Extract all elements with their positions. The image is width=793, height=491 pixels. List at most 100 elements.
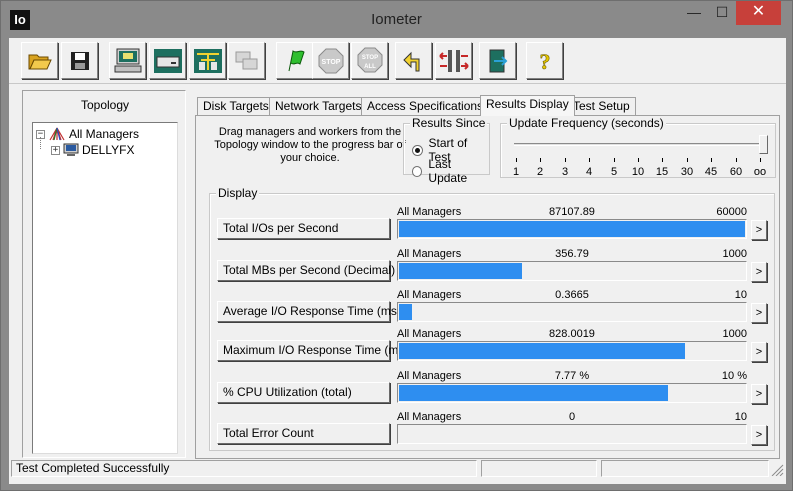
metric-select-button[interactable]: Average I/O Response Time (ms) [217,301,401,322]
disconnect-managers-button[interactable] [435,42,472,79]
metric-header: All Managers 0 10 [397,411,747,423]
metric-detail-button[interactable]: > [751,425,767,445]
expand-toggle[interactable]: + [51,145,60,155]
reset-arrow-icon [402,51,419,71]
exit-button[interactable] [479,42,516,79]
slider-tick-label: oo [753,166,767,178]
metric-value: 356.79 [555,248,589,260]
save-config-button[interactable] [61,42,98,79]
metric-header: All Managers 0.3665 10 [397,289,747,301]
computer-icon [63,143,79,156]
slider-tick-label: 1 [512,166,520,178]
maximize-button[interactable]: ☐ [709,1,735,25]
slider-tick-label: 3 [561,166,569,178]
slider-tick-label: 4 [585,166,593,178]
metric-detail-button[interactable]: > [751,262,767,282]
metric-select-button[interactable]: Total Error Count [217,423,390,444]
metric-value: 0.3665 [555,289,589,301]
title-bar[interactable]: Io Iometer — ☐ ✕ [1,1,792,37]
stop-sign-icon: STOP [318,48,343,73]
slider-tick [711,158,712,162]
tree-connector [40,137,41,149]
tab-area: Disk Targets Network Targets Access Spec… [195,95,780,460]
tree-item-manager[interactable]: + DELLYFX [51,142,134,158]
stop-all-icon: STOP ALL [357,47,382,72]
metric-progress-fill [399,304,412,320]
tab-disk-targets[interactable]: Disk Targets [197,97,275,115]
tab-test-setup[interactable]: Test Setup [567,97,636,115]
metric-select-button[interactable]: Total MBs per Second (Decimal) [217,260,395,281]
metric-select-button[interactable]: Maximum I/O Response Time (ms) [217,340,408,361]
computer-manager-icon [114,48,141,72]
metric-select-button[interactable]: % CPU Utilization (total) [217,382,390,403]
metric-progress-bar[interactable] [397,383,747,403]
duplicate-worker-button[interactable] [228,42,265,79]
network-worker-icon [193,48,222,73]
duplicate-icon [235,51,257,69]
metric-value: 828.0019 [549,328,595,340]
metric-progress-fill [399,385,668,401]
reset-workers-button[interactable] [395,42,432,79]
metric-detail-button[interactable]: > [751,384,767,404]
metric-max: 10 [734,289,747,301]
open-config-button[interactable] [21,42,58,79]
minimize-button[interactable]: — [681,1,707,25]
slider-tick [540,158,541,162]
topology-title: Topology [80,98,130,112]
topology-panel: Topology − All Managers + DELLYFX [22,90,186,458]
metric-progress-bar[interactable] [397,261,747,281]
slider-tick-label: 10 [631,166,645,178]
metric-max: 1000 [722,328,747,340]
metric-detail-button[interactable]: > [751,342,767,362]
status-pane-2 [481,460,597,477]
metric-header: All Managers 7.77 % 10 % [397,370,747,382]
tab-access-specifications[interactable]: Access Specifications [361,97,490,115]
topology-tree[interactable]: − All Managers + DELLYFX [32,122,178,454]
results-since-group: Results Since Start of Test Last Update [403,116,490,185]
metric-max: 60000 [716,206,747,218]
metric-detail-button[interactable]: > [751,303,767,323]
start-tests-button[interactable] [276,42,313,79]
start-new-manager-button[interactable] [109,42,146,79]
tree-item-all-managers[interactable]: − All Managers [36,126,139,142]
metric-detail-button[interactable]: > [751,220,767,240]
slider-tick-label: 60 [729,166,743,178]
update-frequency-slider-thumb[interactable] [759,135,768,154]
close-button[interactable]: ✕ [736,1,781,25]
stop-test-button[interactable]: STOP [312,42,349,79]
radio-button[interactable] [412,144,423,156]
about-button[interactable]: ? [526,42,563,79]
managers-icon [49,127,65,141]
slider-tick-label: 5 [610,166,618,178]
update-frequency-slider-track[interactable] [514,143,766,146]
metric-progress-bar[interactable] [397,302,747,322]
metric-progress-bar[interactable] [397,341,747,361]
radio-last-update[interactable]: Last Update [412,157,489,185]
iometer-window: Io Iometer — ☐ ✕ STOP STOP ALL ? Topolog… [0,0,793,491]
metric-max: 10 % [721,370,747,382]
slider-tick [614,158,615,162]
slider-tick [638,158,639,162]
resize-grip-icon[interactable] [770,464,784,476]
metric-progress-bar[interactable] [397,424,747,444]
exit-door-icon [489,49,507,72]
stop-all-button[interactable]: STOP ALL [351,42,388,79]
slider-tick [662,158,663,162]
tab-network-targets[interactable]: Network Targets [269,97,368,115]
start-disk-worker-button[interactable] [149,42,186,79]
slider-tick [760,158,761,162]
metric-progress-bar[interactable] [397,219,747,239]
svg-text:STOP: STOP [321,59,340,66]
start-network-worker-button[interactable] [189,42,226,79]
green-flag-icon [288,49,305,71]
metric-value: 7.77 % [554,370,590,382]
status-message: Test Completed Successfully [11,460,477,477]
tab-results-display[interactable]: Results Display [480,95,575,116]
radio-button[interactable] [412,165,423,177]
toolbar: STOP STOP ALL ? [9,38,786,84]
metric-header: All Managers 356.79 1000 [397,248,747,260]
metric-select-button[interactable]: Total I/Os per Second [217,218,390,239]
metric-header: All Managers 87107.89 60000 [397,206,747,218]
svg-text:ALL: ALL [364,64,376,70]
radio-label: Last Update [428,157,468,185]
